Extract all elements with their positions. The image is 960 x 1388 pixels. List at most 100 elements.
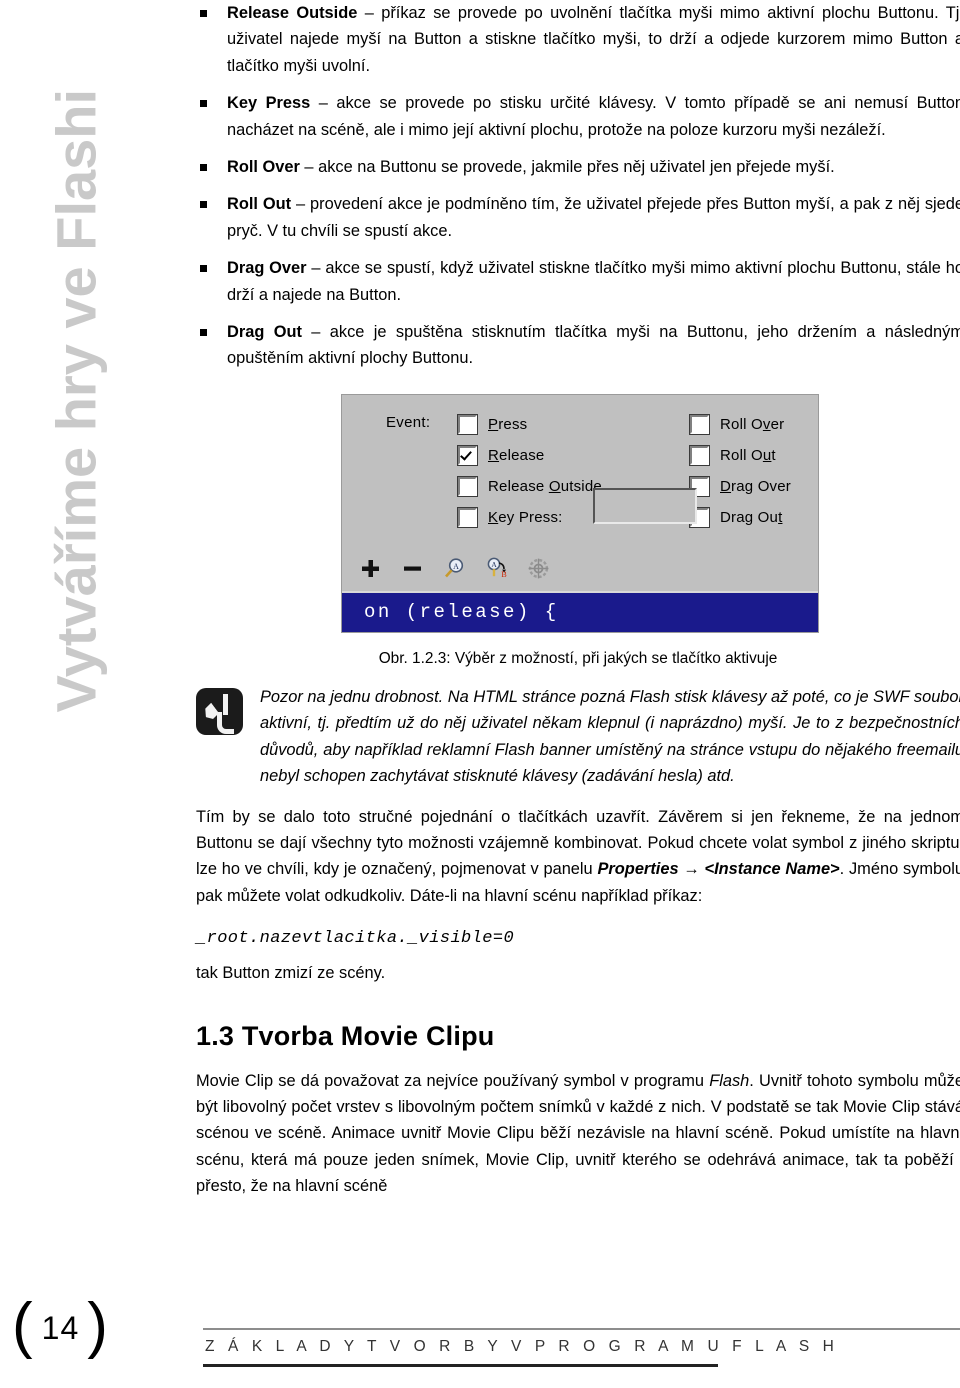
checkbox-roll-over[interactable] xyxy=(690,414,709,434)
svg-text:A: A xyxy=(453,562,459,571)
bullet-term: Key Press xyxy=(227,94,311,113)
list-item: Drag Over – akce se spustí, když uživate… xyxy=(196,255,960,308)
accel-key: v xyxy=(762,415,771,433)
key-press-input[interactable] xyxy=(593,487,697,524)
accel-key: P xyxy=(488,415,499,433)
checkbox-label-release-outside: Release Outside xyxy=(488,478,602,495)
bullet-term: Roll Out xyxy=(227,195,292,214)
paragraph-movie-clip: Movie Clip se dá považovat za nejvíce po… xyxy=(196,1068,960,1200)
footer-rule-bottom xyxy=(203,1364,718,1367)
checkbox-row-drag-over[interactable]: Drag Over xyxy=(690,471,791,502)
event-label: Event: xyxy=(386,413,431,431)
accel-key: D xyxy=(720,477,732,495)
checkbox-row-release[interactable]: Release xyxy=(458,440,602,471)
label-pre: Drag Ou xyxy=(720,508,779,526)
accel-key: K xyxy=(488,508,499,526)
checkbox-label-drag-over: Drag Over xyxy=(720,478,791,495)
footer-rule-top xyxy=(203,1328,960,1330)
checkbox-row-press[interactable]: Press xyxy=(458,409,602,440)
main-content: Release Outside – příkaz se provede po u… xyxy=(196,0,960,1200)
event-column-left: Press Release Release Outside Key Press: xyxy=(458,409,602,533)
actionscript-code-line: on (release) { xyxy=(342,590,818,632)
bullet-term: Roll Over xyxy=(227,158,300,177)
event-column-right: Roll Over Roll Out Drag Over Drag Out xyxy=(690,409,791,533)
list-item: Drag Out – akce je spuštěna stisknutím t… xyxy=(196,319,960,372)
paragraph-button-hidden: tak Button zmizí ze scény. xyxy=(196,964,386,983)
list-item: Roll Out – provedení akce je podmíněno t… xyxy=(196,191,960,244)
paragraph-buttons-summary: Tím by se dalo toto stručné pojednání o … xyxy=(196,804,960,910)
emph-properties: Properties xyxy=(597,860,679,879)
bullet-term: Release Outside xyxy=(227,4,358,22)
bullet-text: – akce na Buttonu se provede, jakmile př… xyxy=(299,158,835,177)
arrow-glyph: → xyxy=(678,860,705,879)
svg-text:A: A xyxy=(491,560,497,569)
bracket-left: ( xyxy=(12,1290,34,1360)
emph-flash: Flash xyxy=(709,1071,750,1090)
bullet-term: Drag Out xyxy=(227,323,302,342)
list-item: Release Outside – příkaz se provede po u… xyxy=(196,0,960,79)
checkbox-row-release-outside[interactable]: Release Outside xyxy=(458,471,602,502)
flash-actions-panel-screenshot: Event: Press Release Release Outside Key… xyxy=(341,393,819,633)
checkbox-row-roll-out[interactable]: Roll Out xyxy=(690,440,791,471)
plus-icon[interactable] xyxy=(358,556,383,581)
checkbox-roll-out[interactable] xyxy=(690,445,709,465)
target-icon[interactable] xyxy=(526,556,551,581)
bullet-text: – akce je spuštěna stisknutím tlačítka m… xyxy=(227,323,960,368)
footer-running-title: Z Á K L A D Y T V O R B Y V P R O G R A … xyxy=(205,1338,839,1355)
label-rest: er xyxy=(770,415,785,433)
checkbox-row-roll-over[interactable]: Roll Over xyxy=(690,409,791,440)
checkbox-label-release: Release xyxy=(488,447,544,464)
note-text: Pozor na jednu drobnost. Na HTML stránce… xyxy=(260,687,960,786)
accel-key: O xyxy=(548,477,561,495)
checkbox-press[interactable] xyxy=(458,414,477,434)
checkbox-label-key-press: Key Press: xyxy=(488,509,563,526)
checkbox-release-outside[interactable] xyxy=(458,476,477,496)
para-part-a: Movie Clip se dá považovat za nejvíce po… xyxy=(196,1071,710,1090)
section-heading: 1.3 Tvorba Movie Clipu xyxy=(196,1020,495,1051)
checkbox-release[interactable] xyxy=(458,445,477,465)
label-rest: ey Press: xyxy=(498,508,563,526)
list-item: Roll Over – akce na Buttonu se provede, … xyxy=(196,154,960,180)
list-item: Key Press – akce se provede po stisku ur… xyxy=(196,90,960,143)
page-footer: ( 14 ) Z Á K L A D Y T V O R B Y V P R O… xyxy=(0,1290,960,1370)
bracket-right: ) xyxy=(87,1290,109,1360)
note-block: Pozor na jednu drobnost. Na HTML stránce… xyxy=(196,684,960,790)
label-rest: rag Over xyxy=(731,477,791,495)
label-pre: Release xyxy=(488,477,549,495)
checkbox-label-drag-out: Drag Out xyxy=(720,509,782,526)
label-rest: t xyxy=(771,446,776,464)
figure-container: Event: Press Release Release Outside Key… xyxy=(196,393,960,633)
checkbox-key-press[interactable] xyxy=(458,507,477,527)
find-icon[interactable]: A xyxy=(442,556,467,581)
event-checkbox-area: Event: Press Release Release Outside Key… xyxy=(342,395,818,591)
para-part-b: . Uvnitř tohoto symbolu může být libovol… xyxy=(196,1071,960,1196)
pencil-note-icon xyxy=(196,687,243,735)
page-number: 14 xyxy=(41,1310,80,1346)
minus-icon[interactable] xyxy=(400,556,425,581)
event-bullet-list: Release Outside – příkaz se provede po u… xyxy=(196,0,960,372)
checkbox-label-roll-over: Roll Over xyxy=(720,416,784,433)
label-pre: Roll O xyxy=(720,415,763,433)
bullet-term: Drag Over xyxy=(227,259,307,278)
page-number-block: ( 14 ) xyxy=(12,1290,109,1360)
inline-code-sample: _root.nazevtlacitka._visible=0 xyxy=(196,929,515,949)
label-rest: elease xyxy=(499,446,545,464)
checkbox-row-drag-out[interactable]: Drag Out xyxy=(690,502,791,533)
checkbox-label-press: Press xyxy=(488,416,527,433)
figure-caption: Obr. 1.2.3: Výběr z možností, při jakých… xyxy=(378,649,778,667)
pencil-curve xyxy=(217,711,234,734)
replace-icon[interactable]: A B xyxy=(484,556,509,581)
vertical-running-head: Vytváříme hry ve Flashi xyxy=(44,88,108,713)
bullet-text: – provedení akce je podmíněno tím, že už… xyxy=(227,195,960,240)
label-rest: ress xyxy=(498,415,528,433)
label-pre: Roll O xyxy=(720,446,763,464)
checkbox-row-key-press[interactable]: Key Press: xyxy=(458,502,602,533)
emph-instance-name: <Instance Name> xyxy=(704,860,840,879)
accel-key: t xyxy=(778,508,783,526)
actions-toolbar: A A B xyxy=(358,556,551,581)
accel-key: R xyxy=(488,446,500,464)
svg-text:B: B xyxy=(501,570,506,579)
bullet-text: – akce se spustí, když uživatel stiskne … xyxy=(227,259,960,304)
bullet-text: – akce se provede po stisku určité kláve… xyxy=(227,94,960,139)
checkbox-label-roll-out: Roll Out xyxy=(720,447,776,464)
